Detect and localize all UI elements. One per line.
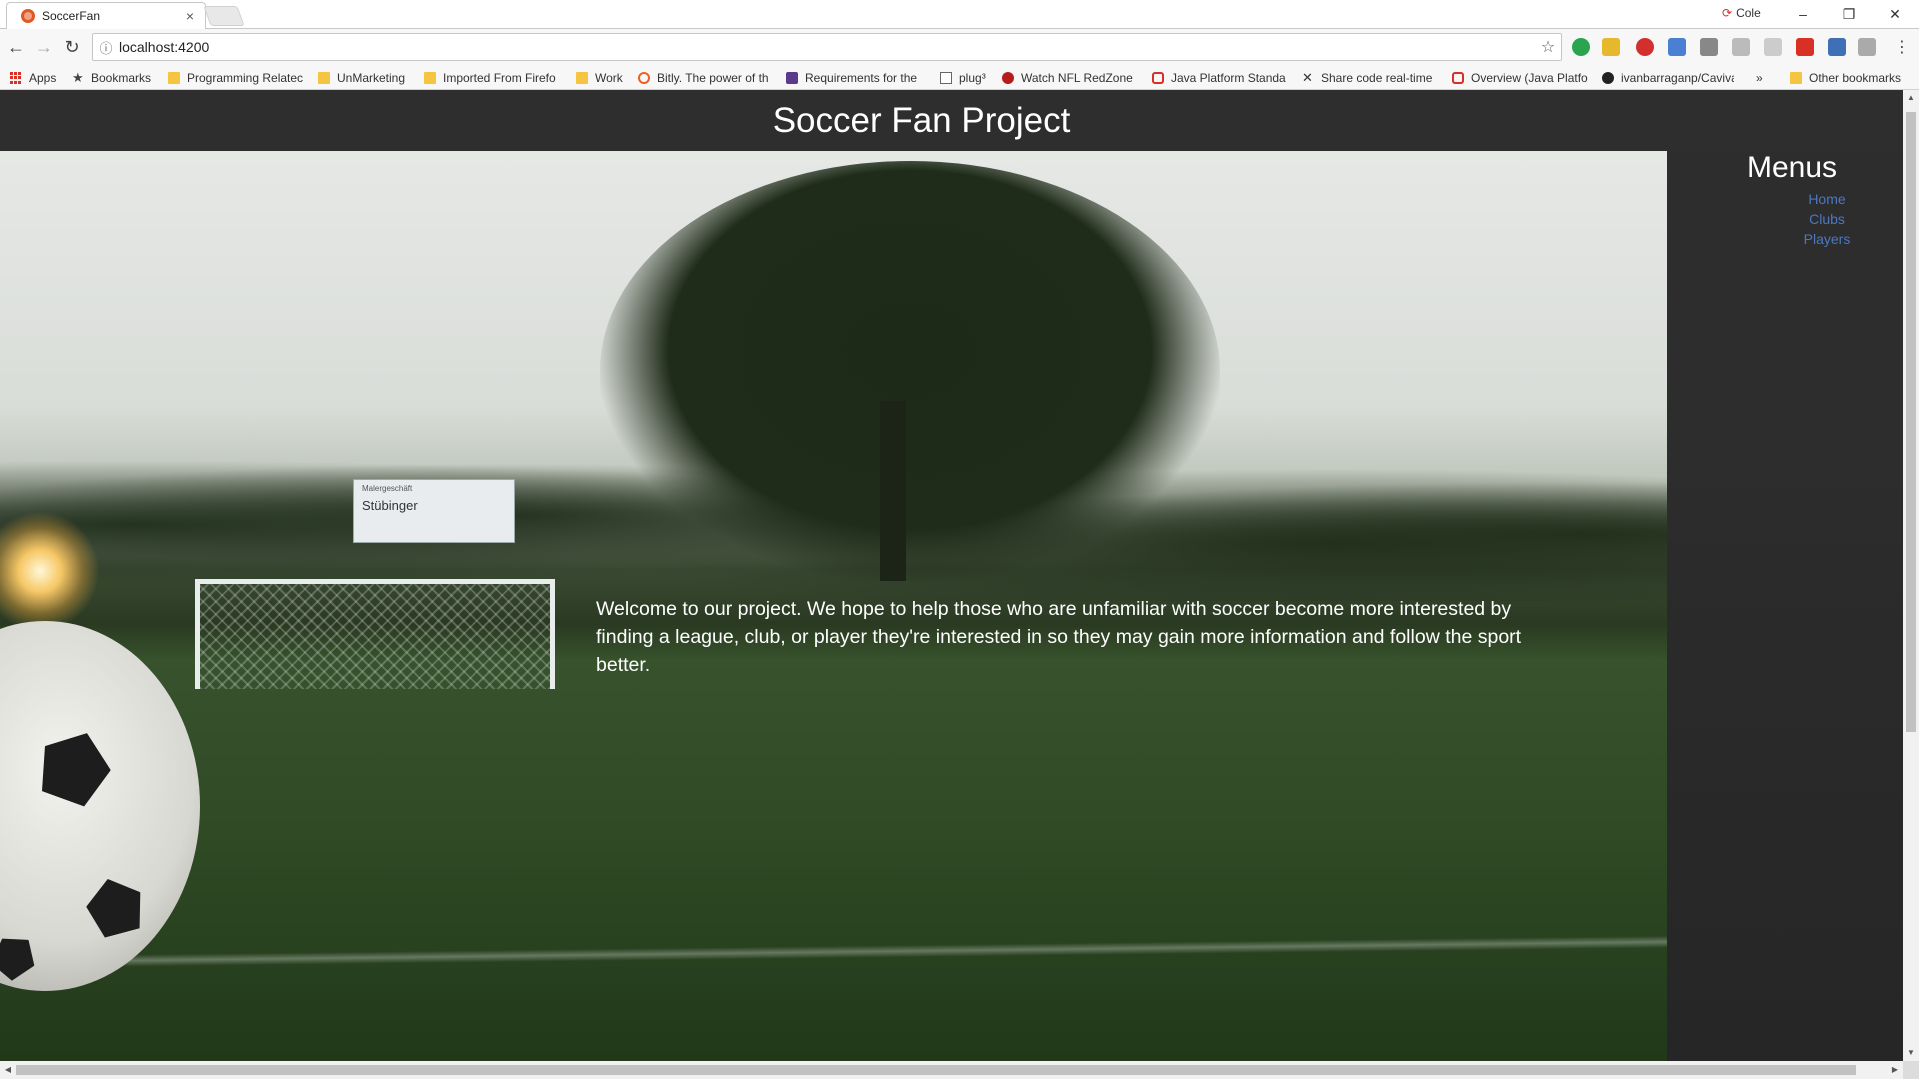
folder-icon bbox=[318, 72, 330, 84]
page-title: Soccer Fan Project bbox=[772, 100, 1071, 140]
horizontal-scroll-thumb[interactable] bbox=[16, 1065, 1856, 1075]
extension-green-icon[interactable] bbox=[1572, 38, 1590, 56]
scroll-left-arrow-icon[interactable]: ◀ bbox=[0, 1061, 16, 1079]
scroll-up-arrow-icon[interactable]: ▲ bbox=[1903, 90, 1919, 106]
extension-blue-icon[interactable] bbox=[1668, 38, 1686, 56]
reload-button[interactable]: ↻ bbox=[60, 35, 84, 59]
hero-image: Malergeschäft Stübinger Welcome to our p… bbox=[0, 151, 1667, 1061]
soccer-goal-graphic bbox=[195, 579, 555, 689]
bookmark-java-platform[interactable]: Java Platform Standa bbox=[1152, 69, 1290, 87]
welcome-text: Welcome to our project. We hope to help … bbox=[596, 598, 1522, 676]
site-icon bbox=[786, 72, 798, 84]
new-tab-button[interactable] bbox=[203, 6, 245, 26]
bookmark-work[interactable]: Work bbox=[576, 69, 634, 87]
extension-red-icon[interactable] bbox=[1796, 38, 1814, 56]
profile-button[interactable]: ⟳ Cole bbox=[1722, 6, 1761, 20]
redzone-icon bbox=[1002, 72, 1014, 84]
bookmark-overview-java[interactable]: Overview (Java Platfo bbox=[1452, 69, 1590, 87]
profile-icon: ⟳ bbox=[1722, 6, 1733, 20]
address-bar[interactable]: ⓘ localhost:4200 ☆ bbox=[92, 33, 1562, 61]
minimize-button[interactable]: – bbox=[1780, 0, 1826, 28]
bookmark-apps[interactable]: Apps bbox=[10, 69, 70, 87]
folder-icon bbox=[576, 72, 588, 84]
soccerfan-favicon-icon bbox=[21, 9, 35, 23]
close-window-button[interactable]: ✕ bbox=[1872, 0, 1918, 28]
page-viewport: Soccer Fan Project Malergeschäft Stübing… bbox=[0, 90, 1903, 1061]
bookmark-bookmarks[interactable]: ★ Bookmarks bbox=[72, 69, 162, 87]
menus-heading: Menus bbox=[1747, 151, 1838, 184]
extension-k-icon[interactable] bbox=[1858, 38, 1876, 56]
bookmark-programming-related[interactable]: Programming Relatec bbox=[168, 69, 306, 87]
scroll-right-arrow-icon[interactable]: ▶ bbox=[1887, 1061, 1903, 1079]
horizontal-scrollbar[interactable]: ◀ ▶ bbox=[0, 1061, 1903, 1079]
site-header: Soccer Fan Project bbox=[0, 90, 1903, 151]
adblock-icon[interactable] bbox=[1636, 38, 1654, 56]
menu-link-clubs[interactable]: Clubs bbox=[1767, 211, 1887, 227]
advertising-sign: Malergeschäft Stübinger bbox=[353, 479, 515, 543]
folder-icon bbox=[1790, 72, 1802, 84]
bookmark-github[interactable]: ivanbarraganp/Caviva bbox=[1602, 69, 1734, 87]
bookmark-share-code[interactable]: ✕ Share code real-time bbox=[1302, 69, 1436, 87]
vertical-scroll-thumb[interactable] bbox=[1906, 112, 1916, 732]
tab-soccerfan[interactable]: SoccerFan × bbox=[6, 2, 206, 29]
extension-pen-icon[interactable] bbox=[1828, 38, 1846, 56]
menu-link-home[interactable]: Home bbox=[1767, 191, 1887, 207]
tab-title: SoccerFan bbox=[42, 9, 101, 23]
menu-link-players[interactable]: Players bbox=[1767, 231, 1887, 247]
apps-grid-icon bbox=[10, 72, 22, 84]
cast-icon[interactable] bbox=[1764, 38, 1782, 56]
url-text[interactable]: localhost:4200 bbox=[119, 39, 1535, 55]
bookmark-imported-from-firefox[interactable]: Imported From Firefo bbox=[424, 69, 564, 87]
back-button[interactable]: ← bbox=[4, 35, 28, 59]
scrollbar-corner bbox=[1903, 1061, 1919, 1079]
tab-strip: SoccerFan × ⟳ Cole – ❐ ✕ bbox=[0, 0, 1919, 29]
pitch-line-graphic bbox=[0, 935, 1667, 969]
bookmarks-bar: Apps ★ Bookmarks Programming Relatec UnM… bbox=[0, 65, 1919, 90]
scroll-down-arrow-icon[interactable]: ▼ bbox=[1903, 1045, 1919, 1061]
oracle-icon bbox=[1452, 72, 1464, 84]
site-info-icon[interactable]: ⓘ bbox=[93, 38, 119, 57]
browser-toolbar: ← → ↻ ⓘ localhost:4200 ☆ ⋮ bbox=[0, 29, 1919, 65]
sidebar-menu: Menus Home Clubs Players bbox=[1667, 151, 1903, 1061]
bookmark-plug[interactable]: plug³ bbox=[940, 69, 998, 87]
bookmark-star-icon[interactable]: ☆ bbox=[1535, 37, 1561, 57]
bookmarks-overflow-button[interactable]: » bbox=[1756, 69, 1772, 87]
bookmark-requirements[interactable]: Requirements for the bbox=[786, 69, 924, 87]
browser-menu-icon[interactable]: ⋮ bbox=[1890, 35, 1914, 59]
github-icon bbox=[1602, 72, 1614, 84]
soccer-ball-graphic bbox=[0, 621, 200, 991]
folder-icon bbox=[424, 72, 436, 84]
star-icon: ★ bbox=[72, 70, 84, 85]
forward-button[interactable]: → bbox=[32, 35, 56, 59]
extension-grey-icon[interactable] bbox=[1700, 38, 1718, 56]
tab-close-icon[interactable]: × bbox=[181, 8, 199, 24]
bitly-icon bbox=[638, 72, 650, 84]
page-icon bbox=[940, 72, 952, 84]
tree-graphic bbox=[600, 161, 1220, 581]
other-bookmarks[interactable]: Other bookmarks bbox=[1790, 69, 1915, 87]
share-code-icon: ✕ bbox=[1302, 70, 1313, 85]
bookmark-nfl-redzone[interactable]: Watch NFL RedZone bbox=[1002, 69, 1136, 87]
vertical-scrollbar[interactable]: ▲ ▼ bbox=[1903, 90, 1919, 1061]
extension-yellow-icon[interactable] bbox=[1602, 38, 1620, 56]
bookmark-bitly[interactable]: Bitly. The power of th bbox=[638, 69, 776, 87]
bookmark-unmarketing[interactable]: UnMarketing bbox=[318, 69, 418, 87]
extension-chat-icon[interactable] bbox=[1732, 38, 1750, 56]
folder-icon bbox=[168, 72, 180, 84]
profile-name: Cole bbox=[1736, 6, 1761, 20]
oracle-icon bbox=[1152, 72, 1164, 84]
restore-button[interactable]: ❐ bbox=[1826, 0, 1872, 28]
tree-trunk-graphic bbox=[880, 401, 906, 581]
